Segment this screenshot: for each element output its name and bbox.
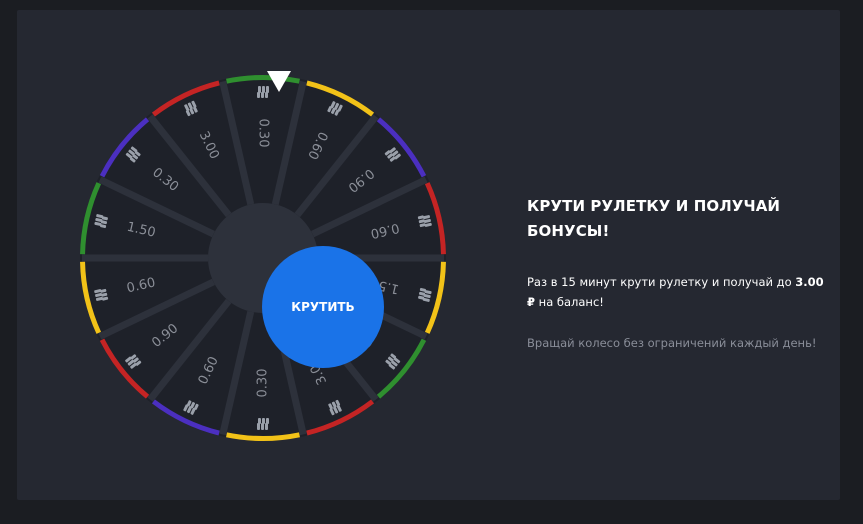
- description-prefix: Раз в 15 минут крути рулетку и получай д…: [527, 275, 792, 289]
- roulette-card: 0.300.600.900.601.500.303.000.300.600.90…: [17, 10, 840, 500]
- pointer-triangle-icon: [267, 71, 291, 92]
- wheel-graphic: 0.300.600.900.601.500.303.000.300.600.90…: [80, 75, 446, 441]
- segment-value: 0.30: [256, 369, 271, 398]
- spin-button[interactable]: КРУТИТЬ: [262, 246, 384, 368]
- promo-note: Вращай колесо без ограничений каждый ден…: [527, 336, 817, 350]
- promo-title: КРУТИ РУЛЕТКУ И ПОЛУЧАЙ БОНУСЫ!: [527, 197, 781, 240]
- coin-stack-icon: [257, 418, 269, 430]
- description-suffix: на баланс!: [538, 295, 604, 309]
- segment-value: 0.30: [256, 119, 271, 148]
- info-panel: КРУТИ РУЛЕТКУ И ПОЛУЧАЙ БОНУСЫ! Раз в 15…: [527, 194, 827, 350]
- roulette-wheel: 0.300.600.900.601.500.303.000.300.600.90…: [77, 62, 449, 454]
- promo-description: Раз в 15 минут крути рулетку и получай д…: [527, 272, 827, 312]
